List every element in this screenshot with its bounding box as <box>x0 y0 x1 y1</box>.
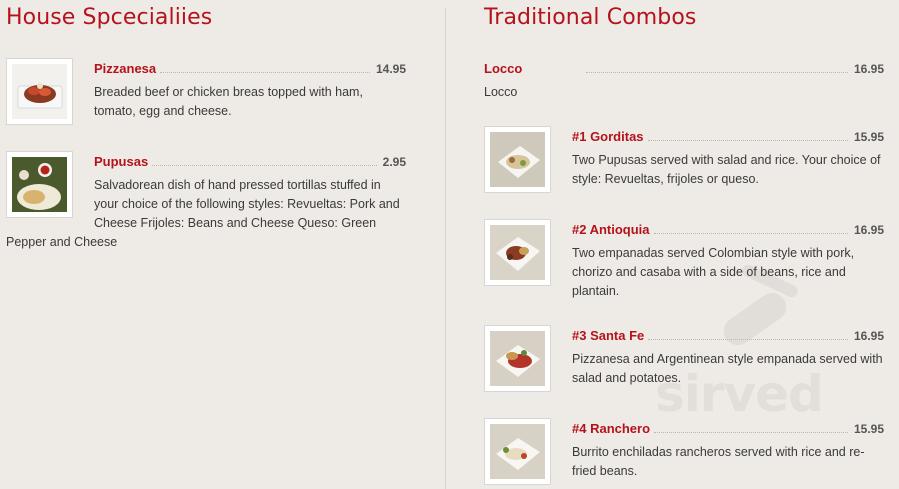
traditional-combos-section: Traditional Combos Locco 16.95 Locco #1 <box>484 0 884 485</box>
dish-photo[interactable] <box>484 418 551 485</box>
dish-photo[interactable] <box>484 126 551 193</box>
dish-photo[interactable] <box>6 151 73 218</box>
section-title-house-specialties: House Spcecialiies <box>6 5 213 30</box>
dotted-leader <box>647 140 848 141</box>
house-specialties-section: House Spcecialiies Pizzanesa 14.95 Bread… <box>6 0 406 249</box>
item-price: 14.95 <box>375 62 406 76</box>
item-name[interactable]: #3 Santa Fe <box>572 328 648 343</box>
item-price: 2.95 <box>382 155 406 169</box>
column-divider <box>445 8 446 489</box>
menu-item-locco[interactable]: Locco 16.95 Locco <box>484 60 884 102</box>
item-name[interactable]: Pupusas <box>94 154 152 169</box>
dish-photo[interactable] <box>484 219 551 286</box>
dotted-leader <box>653 233 848 234</box>
dish-photo[interactable] <box>484 325 551 392</box>
plate-icon <box>12 157 67 212</box>
plate-icon <box>490 424 545 479</box>
plate-icon <box>490 331 545 386</box>
dish-photo[interactable] <box>6 58 73 125</box>
item-price: 16.95 <box>853 329 884 343</box>
dotted-leader <box>648 339 848 340</box>
item-description: Two Pupusas served with salad and rice. … <box>572 153 881 186</box>
item-price: 15.95 <box>853 422 884 436</box>
dotted-leader <box>160 72 370 73</box>
dotted-leader <box>586 72 848 73</box>
section-title-traditional-combos: Traditional Combos <box>484 5 697 30</box>
item-description: Burrito enchiladas rancheros served with… <box>572 445 865 478</box>
item-description: Breaded beef or chicken breas topped wit… <box>94 85 363 118</box>
dotted-leader <box>654 432 848 433</box>
item-description: Two empanadas served Colombian style wit… <box>572 246 855 298</box>
item-name[interactable]: #2 Antioquia <box>572 222 654 237</box>
dotted-leader <box>152 165 377 166</box>
plate-icon <box>17 83 63 109</box>
item-price: 16.95 <box>853 62 884 76</box>
item-price: 15.95 <box>853 130 884 144</box>
item-name[interactable]: Locco <box>484 61 526 76</box>
menu-item-pupusas[interactable]: Pupusas 2.95 Salvadorean dish of hand pr… <box>6 151 406 252</box>
item-price: 16.95 <box>853 223 884 237</box>
item-description: Locco <box>484 85 518 99</box>
item-name[interactable]: #1 Gorditas <box>572 129 648 144</box>
item-name[interactable]: Pizzanesa <box>94 61 160 76</box>
plate-icon <box>490 225 545 280</box>
item-description: Pizzanesa and Argentinean style empanada… <box>572 352 883 385</box>
item-name[interactable]: #4 Ranchero <box>572 421 654 436</box>
plate-icon <box>490 132 545 187</box>
